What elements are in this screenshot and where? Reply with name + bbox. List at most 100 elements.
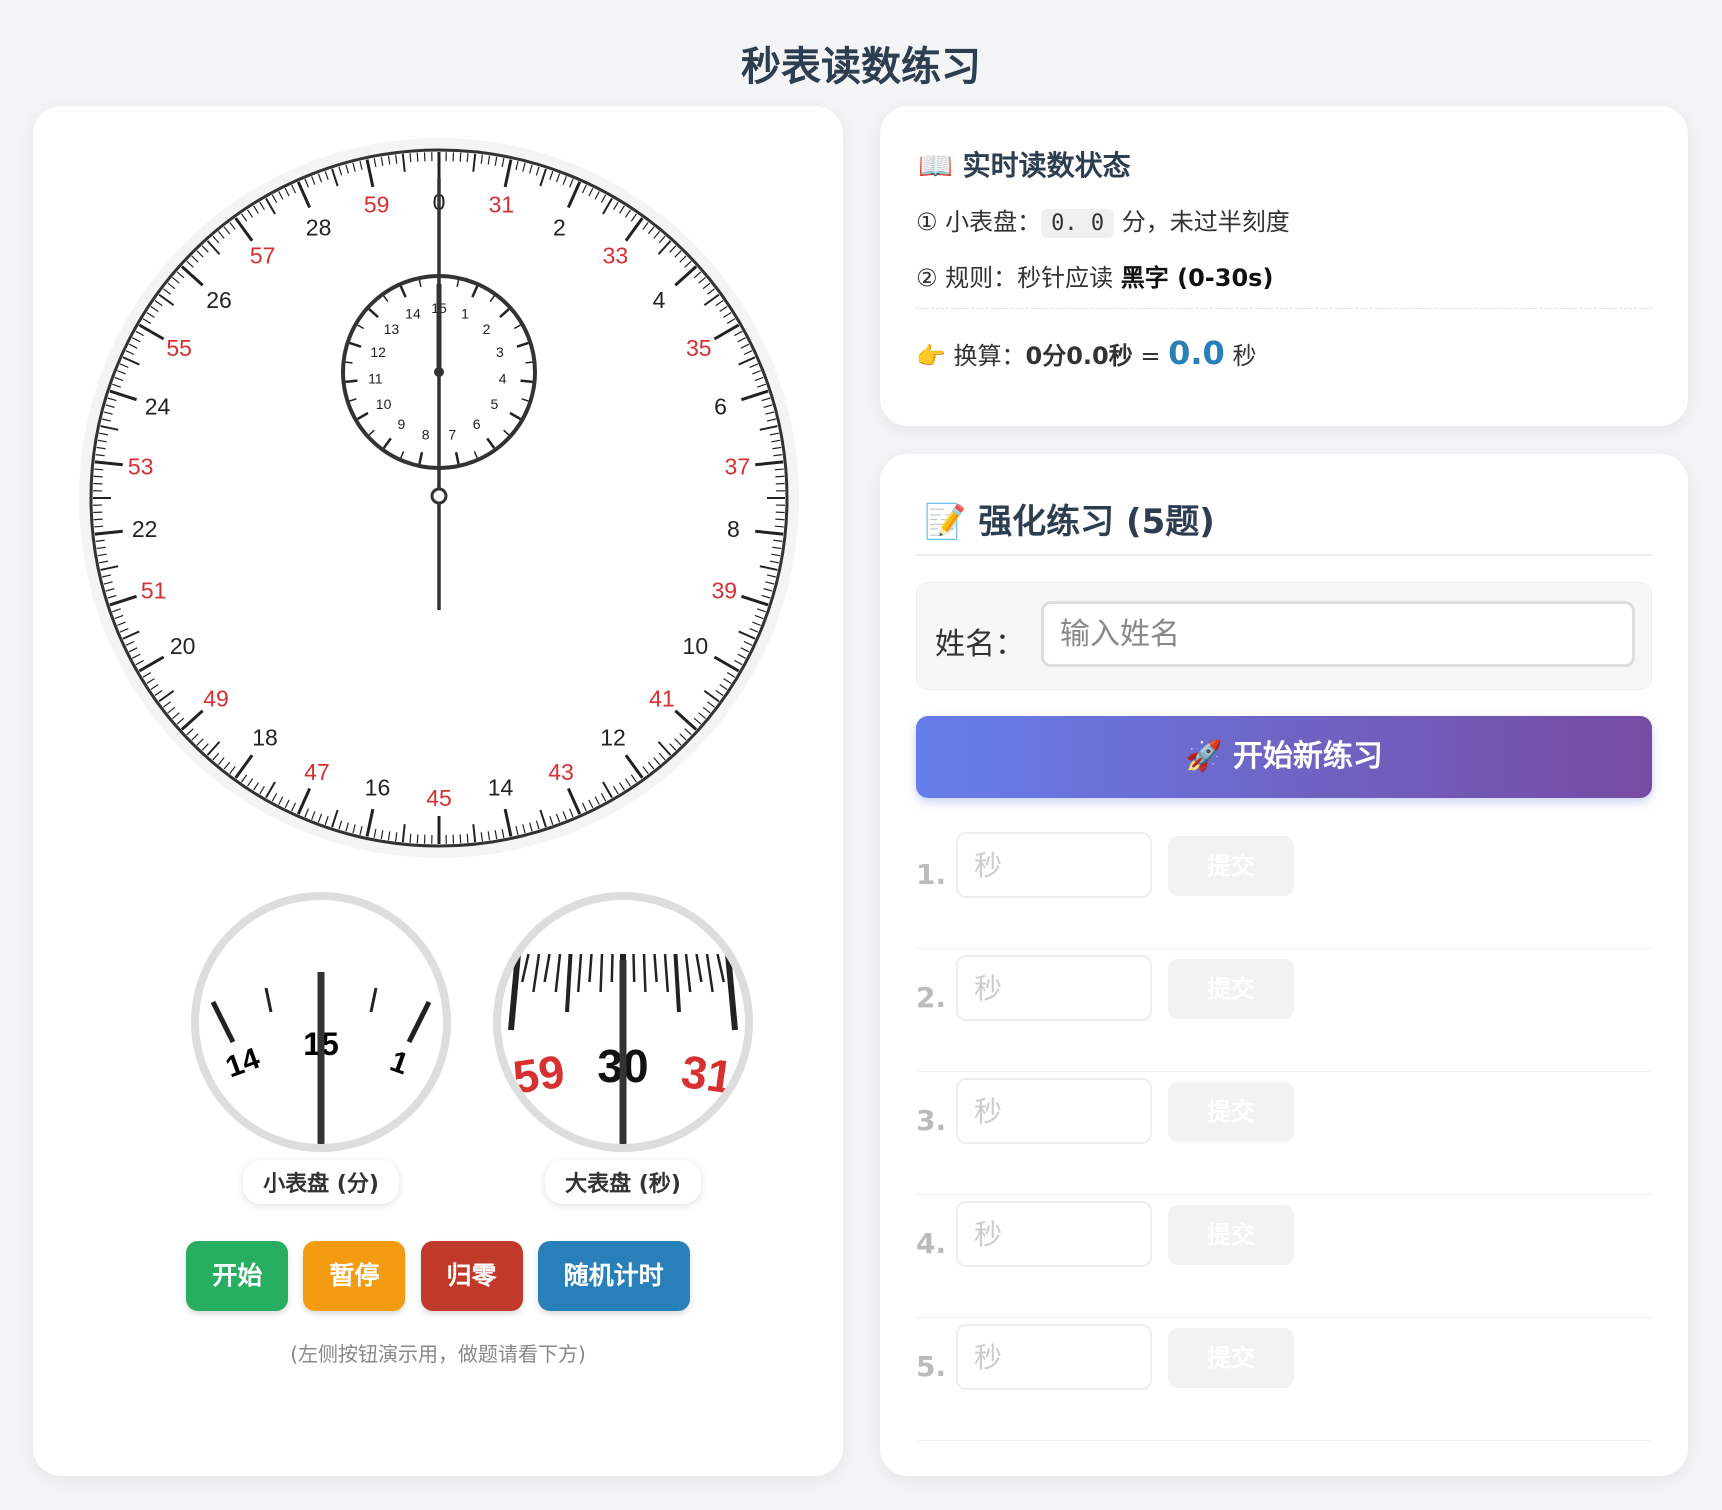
practice-divider [916, 554, 1652, 556]
second-number-red: 43 [548, 759, 574, 785]
status-line2-prefix: ② 规则：秒针应读 [916, 264, 1121, 292]
submit-button[interactable]: 提交 [1168, 959, 1294, 1019]
second-number-black: 8 [727, 516, 740, 542]
minute-number: 6 [473, 416, 481, 432]
zoom-sec-tick [599, 953, 604, 993]
minute-number: 1 [461, 306, 469, 322]
start-practice-button[interactable]: 🚀 开始新练习 [916, 716, 1652, 798]
status-line-minute: ① 小表盘： 0. 0 分，未过半刻度 [916, 202, 1290, 238]
second-number-red: 39 [712, 578, 738, 604]
zoom-sec-tick [610, 953, 614, 983]
second-number-black: 22 [132, 516, 158, 542]
start-button[interactable]: 开始 [186, 1241, 289, 1311]
second-tick [416, 152, 419, 162]
second-number-black: 6 [714, 394, 727, 420]
practice-title: 强化练习 (5题) [978, 502, 1215, 542]
conversion-prefix: 换算： [953, 342, 1026, 370]
second-tick [94, 525, 104, 528]
zoom-second-label: 大表盘 (秒) [545, 1160, 701, 1204]
minute-number: 11 [368, 371, 383, 387]
status-line1-prefix: ① 小表盘： [916, 208, 1042, 236]
total-seconds-value: 0.0 [1168, 334, 1225, 372]
status-divider [916, 308, 1652, 309]
submit-button[interactable]: 提交 [1168, 1205, 1294, 1265]
memo-icon: 📝 [924, 502, 967, 542]
second-number-black: 20 [170, 633, 196, 659]
minute-number: 12 [370, 344, 386, 360]
minute-tick [345, 361, 353, 364]
second-tick [775, 475, 785, 478]
second-number-black: 4 [653, 287, 666, 313]
second-number-red: 47 [304, 759, 330, 785]
minute-number: 5 [491, 396, 499, 412]
reset-button[interactable]: 归零 [420, 1241, 523, 1311]
status-panel: 📖 实时读数状态 ① 小表盘： 0. 0 分，未过半刻度 ② 规则：秒针应读 黑字… [880, 106, 1688, 426]
submit-button[interactable]: 提交 [1168, 836, 1294, 896]
second-number-red: 53 [128, 454, 154, 480]
stopwatch-panel: 2468101214161820222426280313335373941434… [33, 106, 843, 1476]
submit-button[interactable]: 提交 [1168, 1082, 1294, 1142]
second-number-red: 49 [203, 686, 229, 712]
name-input[interactable] [1041, 601, 1635, 667]
zoom-minute-label: 小表盘 (分) [243, 1160, 399, 1204]
minute-tick [525, 361, 533, 364]
zoom-sec-tick [642, 953, 647, 993]
submit-button[interactable]: 提交 [1168, 1328, 1294, 1388]
second-tick [466, 153, 469, 163]
answer-input[interactable] [956, 832, 1152, 898]
book-icon: 📖 [918, 149, 953, 182]
question-number: 1. [916, 858, 947, 891]
minute-zoom-lens: 14 15 1 [191, 892, 451, 1152]
random-time-button[interactable]: 随机计时 [537, 1241, 690, 1311]
second-number-red: 33 [603, 242, 629, 268]
question-row: 5. 提交 [916, 1318, 1652, 1441]
status-heading: 📖 实时读数状态 [918, 144, 1131, 184]
question-number: 2. [916, 981, 947, 1014]
second-number-red: 37 [725, 454, 751, 480]
answer-input[interactable] [956, 1078, 1152, 1144]
rule-emphasis: 黑字 (0-30s) [1120, 264, 1274, 292]
second-number-black: 10 [683, 633, 709, 659]
conversion-equals: = [1132, 342, 1169, 370]
minute-number: 14 [405, 306, 421, 322]
minute-number: 3 [496, 344, 504, 360]
pause-button[interactable]: 暂停 [303, 1241, 406, 1311]
second-number-red: 45 [426, 785, 452, 811]
second-number-red: 57 [250, 242, 276, 268]
answer-input[interactable] [956, 1324, 1152, 1390]
second-tick [94, 468, 104, 471]
conversion-bold: 0分0.0秒 [1025, 342, 1133, 370]
zoom-sec-tick [632, 953, 636, 983]
controls-hint: (左侧按钮演示用，做题请看下方) [290, 1342, 586, 1366]
minute-reading-chip: 0. 0 [1041, 209, 1115, 238]
question-row: 4. 提交 [916, 1195, 1652, 1318]
conversion-unit: 秒 [1232, 342, 1257, 370]
answer-input[interactable] [956, 1201, 1152, 1267]
second-number-red: 55 [166, 335, 192, 361]
second-tick [459, 152, 462, 162]
status-line1-suffix: 分，未过半刻度 [1121, 208, 1290, 236]
second-tick [409, 833, 412, 843]
minute-tick [520, 379, 533, 384]
pointing-hand-icon: 👉 [916, 342, 946, 370]
second-number-red: 51 [141, 578, 167, 604]
second-number-black: 12 [600, 724, 626, 750]
name-box: 姓名： [916, 582, 1652, 690]
question-number: 5. [916, 1350, 947, 1383]
second-number-black: 16 [365, 775, 391, 801]
question-row: 1. 提交 [916, 826, 1652, 949]
answer-input[interactable] [956, 955, 1152, 1021]
status-title: 实时读数状态 [962, 149, 1131, 182]
minute-tick [345, 379, 358, 384]
practice-heading: 📝 强化练习 (5题) [924, 494, 1215, 543]
zoom-second-panel: 59 30 31 大表盘 (秒) [493, 892, 753, 1204]
second-zoom-lens: 59 30 31 [493, 892, 753, 1152]
second-number-black: 26 [206, 287, 232, 313]
second-tick [466, 833, 469, 843]
second-number-black: 24 [145, 394, 171, 420]
zoom-minute-panel: 14 15 1 小表盘 (分) [191, 892, 451, 1204]
status-line-rule: ② 规则：秒针应读 黑字 (0-30s) [916, 258, 1273, 293]
second-number-red: 59 [364, 192, 390, 218]
status-line-conversion: 👉 换算：0分0.0秒 = 0.0 秒 [916, 334, 1256, 372]
minute-number: 8 [422, 427, 430, 443]
